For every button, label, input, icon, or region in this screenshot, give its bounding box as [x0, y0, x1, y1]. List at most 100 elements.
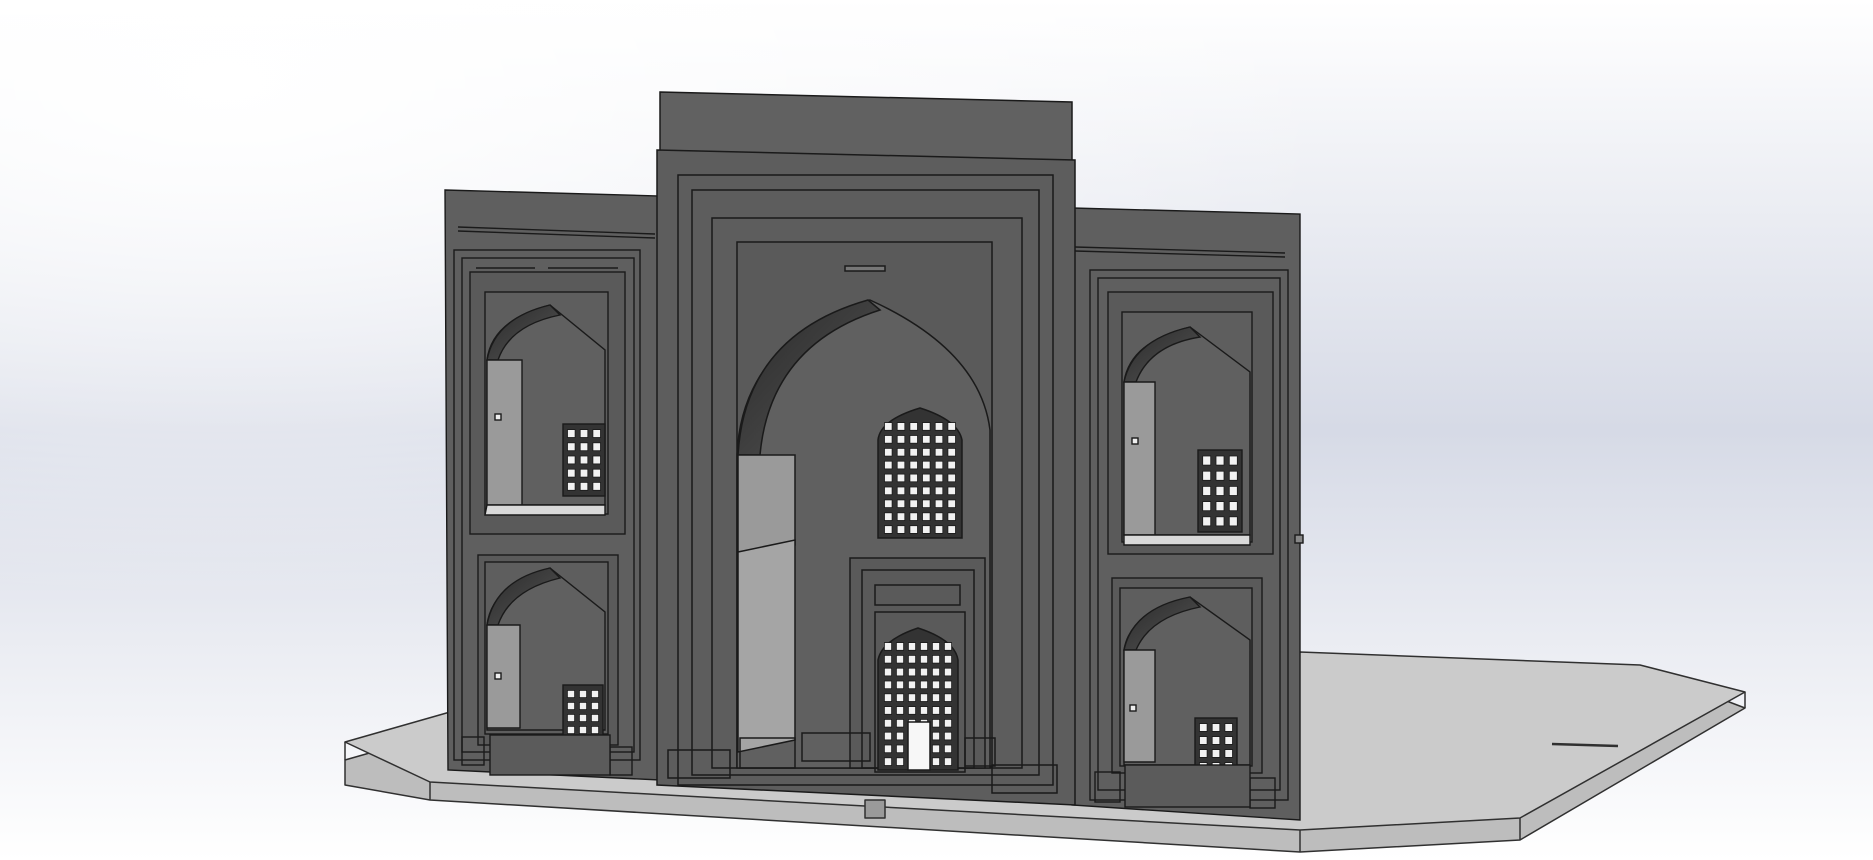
window-pane — [944, 757, 953, 766]
window-pane — [592, 442, 601, 452]
window-pane — [920, 680, 929, 690]
window-pane — [922, 447, 931, 457]
window-pane — [884, 473, 893, 483]
window-pane — [896, 642, 905, 651]
window-pane — [567, 714, 576, 723]
window-pane — [896, 499, 906, 508]
window-pane — [922, 499, 931, 508]
window-pane — [932, 719, 941, 728]
window-pane — [591, 726, 600, 735]
window-pane — [1228, 516, 1238, 527]
window-pane — [920, 655, 929, 664]
window-pane — [922, 512, 931, 521]
window-pane — [909, 486, 918, 496]
window-pane — [592, 429, 601, 438]
window-pane — [932, 706, 941, 715]
window-pane — [1228, 470, 1238, 481]
window-pane — [932, 642, 941, 651]
right-lower-niche — [1111, 577, 1263, 775]
window-pane — [1224, 749, 1233, 758]
window-pane — [896, 680, 905, 690]
window-pane — [944, 706, 953, 715]
window-pane — [896, 447, 906, 457]
main-upper-grille-window — [877, 407, 963, 539]
window-pane — [934, 486, 944, 496]
window-pane — [947, 435, 956, 444]
window-pane — [932, 693, 941, 702]
window-pane — [1202, 455, 1212, 466]
central-portal — [656, 91, 1076, 806]
window-pane — [909, 512, 918, 521]
window-pane — [896, 460, 906, 470]
main-door-grille — [877, 627, 959, 771]
window-pane — [884, 486, 893, 496]
window-pane — [579, 442, 589, 452]
right-wing — [1071, 207, 1304, 821]
window-pane — [592, 455, 601, 465]
window-pane — [884, 667, 893, 677]
window-pane — [579, 702, 588, 711]
window-pane — [908, 693, 917, 702]
window-pane — [579, 429, 589, 438]
window-pane — [947, 460, 956, 470]
window-pane — [1224, 736, 1233, 745]
window-pane — [908, 642, 917, 651]
window-pane — [947, 525, 956, 534]
window-pane — [947, 473, 956, 483]
window-pane — [567, 690, 576, 699]
window-pane — [567, 481, 576, 491]
right-upper-niche — [1121, 311, 1253, 546]
window-pane — [591, 714, 600, 723]
window-pane — [922, 460, 931, 470]
window-pane — [908, 667, 917, 677]
window-pane — [896, 512, 906, 521]
window-pane — [932, 757, 941, 766]
window-pane — [567, 455, 576, 465]
window-pane — [884, 731, 893, 741]
window-pane — [934, 512, 944, 521]
window-pane — [592, 481, 601, 491]
window-pane — [944, 655, 953, 664]
window-pane — [896, 731, 905, 741]
window-pane — [884, 706, 893, 715]
window-pane — [1215, 516, 1225, 527]
window-pane — [896, 757, 905, 766]
window-pane — [896, 693, 905, 702]
window-pane — [920, 667, 929, 677]
window-pane — [944, 667, 953, 677]
window-pane — [922, 486, 931, 496]
window-pane — [909, 499, 918, 508]
window-pane — [896, 655, 905, 664]
window-pane — [896, 706, 905, 715]
window-pane — [909, 435, 918, 444]
window-pane — [1215, 470, 1225, 481]
window-pane — [947, 447, 956, 457]
window-pane — [567, 429, 576, 438]
window-pane — [932, 680, 941, 690]
window-pane — [908, 706, 917, 715]
window-pane — [896, 719, 905, 728]
window-pane — [908, 680, 917, 690]
window-pane — [1215, 485, 1225, 496]
window-pane — [567, 702, 576, 711]
window-pane — [934, 525, 944, 534]
window-pane — [947, 422, 956, 431]
window-pane — [884, 757, 893, 766]
window-pane — [909, 525, 918, 534]
window-pane — [884, 525, 893, 534]
window-pane — [1215, 455, 1225, 466]
window-pane — [1202, 485, 1212, 496]
window-pane — [934, 460, 944, 470]
window-pane — [944, 731, 953, 741]
window-pane — [591, 702, 600, 711]
window-pane — [567, 726, 576, 735]
window-pane — [591, 690, 600, 699]
window-pane — [896, 667, 905, 677]
window-pane — [1211, 736, 1221, 745]
window-pane — [896, 486, 906, 496]
window-pane — [947, 486, 956, 496]
window-pane — [934, 422, 944, 431]
window-pane — [920, 706, 929, 715]
window-pane — [884, 512, 893, 521]
cad-graphics-viewport[interactable] — [0, 0, 1873, 860]
